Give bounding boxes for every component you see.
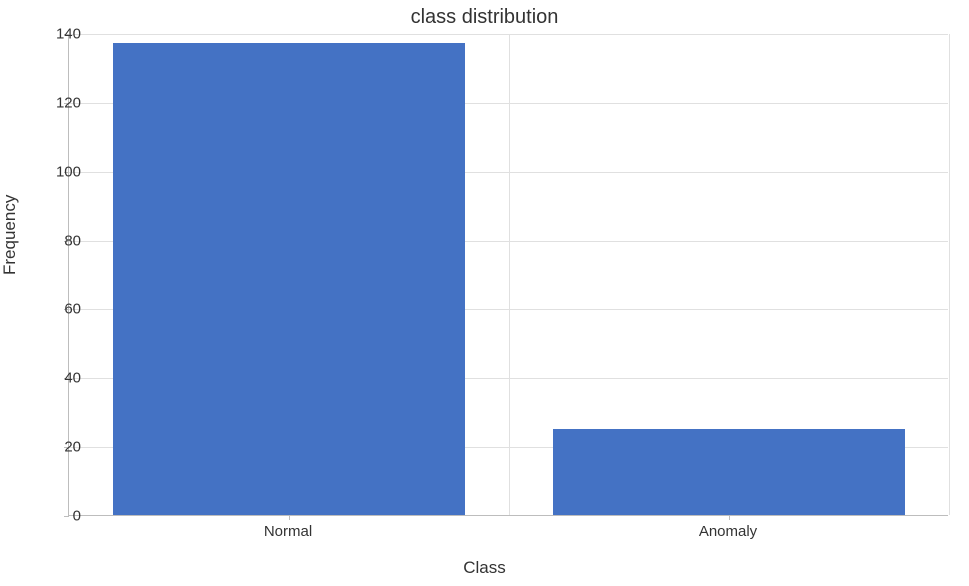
y-tick-label: 60 [41, 301, 81, 318]
y-tick-label: 120 [41, 94, 81, 111]
bar-normal [113, 43, 465, 515]
chart-title: class distribution [411, 6, 559, 29]
x-tick-mark [289, 515, 290, 520]
x-tick-mark [729, 515, 730, 520]
bar-anomaly [553, 429, 905, 515]
grid-line-v [509, 34, 510, 515]
x-axis-label: Class [463, 558, 506, 578]
y-tick-label: 100 [41, 163, 81, 180]
chart-container: class distribution Frequency Class [0, 0, 969, 586]
y-tick-label: 20 [41, 439, 81, 456]
y-tick-label: 140 [41, 26, 81, 43]
y-tick-label: 40 [41, 370, 81, 387]
y-axis-label: Frequency [0, 195, 20, 275]
x-tick-label: Normal [264, 523, 312, 540]
x-tick-label: Anomaly [699, 523, 757, 540]
y-tick-label: 0 [41, 508, 81, 525]
plot-area [68, 34, 948, 516]
y-tick-label: 80 [41, 232, 81, 249]
grid-line-v [949, 34, 950, 515]
